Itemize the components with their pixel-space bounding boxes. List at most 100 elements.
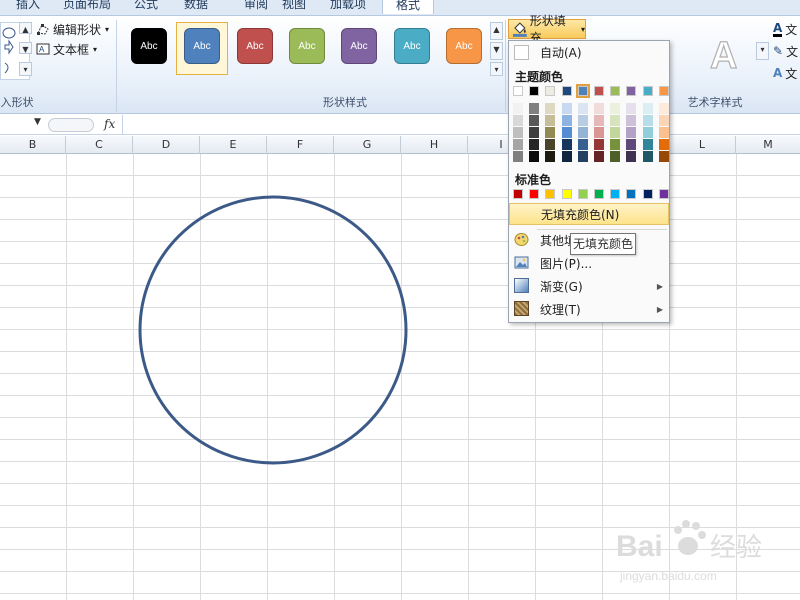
tab-format[interactable]: 格式 [382, 0, 434, 14]
theme-shade-swatch[interactable] [577, 103, 588, 114]
standard-color-swatch[interactable] [610, 189, 621, 199]
tab-formulas[interactable]: 公式 [126, 0, 166, 14]
column-header[interactable]: F [267, 136, 334, 154]
theme-shade-swatch[interactable] [513, 115, 523, 126]
theme-color-swatch[interactable] [545, 86, 556, 96]
theme-shade-swatch[interactable] [658, 151, 669, 162]
menu-item-gradient[interactable]: 渐变(G) ▶ [509, 275, 669, 297]
shape-style-swatch[interactable]: Abc [237, 28, 273, 64]
theme-shade-swatch[interactable] [594, 103, 604, 114]
standard-color-swatch[interactable] [594, 189, 604, 199]
shape-style-swatch[interactable]: Abc [341, 28, 377, 64]
formula-input[interactable] [122, 115, 800, 135]
theme-color-swatch[interactable] [529, 86, 540, 96]
theme-shade-swatch[interactable] [610, 139, 621, 150]
styles-more-button[interactable]: ▾ [490, 62, 503, 76]
theme-shade-swatch[interactable] [610, 103, 621, 114]
tab-insert[interactable]: 插入 [6, 0, 50, 14]
theme-shade-swatch[interactable] [594, 151, 604, 162]
theme-shade-swatch[interactable] [513, 127, 523, 138]
wordart-scroll-button[interactable]: ▾ [756, 42, 769, 60]
column-header[interactable]: E [200, 136, 267, 154]
theme-shade-swatch[interactable] [561, 103, 572, 114]
column-header[interactable]: H [401, 136, 468, 154]
shape-style-swatch[interactable]: Abc [394, 28, 430, 64]
name-box-dropdown-icon[interactable]: ▼ [34, 117, 41, 127]
text-effects-button[interactable]: A 文 [773, 64, 797, 82]
theme-shade-swatch[interactable] [545, 127, 556, 138]
theme-color-swatch[interactable] [658, 86, 669, 96]
standard-color-swatch[interactable] [529, 189, 540, 199]
menu-item-automatic[interactable]: 自动(A) [509, 41, 669, 63]
theme-shade-swatch[interactable] [658, 139, 669, 150]
shape-style-swatch[interactable]: Abc [289, 28, 325, 64]
tab-page-layout[interactable]: 页面布局 [56, 0, 118, 14]
theme-shade-swatch[interactable] [545, 115, 556, 126]
theme-color-swatch[interactable] [610, 86, 621, 96]
circle-outline[interactable] [138, 195, 408, 465]
theme-color-swatch[interactable] [594, 86, 604, 96]
theme-shade-swatch[interactable] [642, 103, 653, 114]
text-box-button[interactable]: A 文本框 ▾ [36, 40, 97, 58]
theme-shade-swatch[interactable] [642, 115, 653, 126]
standard-color-swatch[interactable] [577, 189, 588, 199]
theme-color-swatch[interactable] [575, 84, 590, 98]
standard-color-swatch[interactable] [626, 189, 637, 199]
column-header[interactable]: G [334, 136, 401, 154]
menu-item-texture[interactable]: 纹理(T) ▶ [509, 298, 669, 320]
theme-shade-swatch[interactable] [642, 151, 653, 162]
theme-shade-swatch[interactable] [545, 139, 556, 150]
theme-shade-swatch[interactable] [658, 103, 669, 114]
theme-shade-swatch[interactable] [529, 151, 540, 162]
tab-review[interactable]: 审阅 [236, 0, 276, 14]
theme-shade-swatch[interactable] [545, 151, 556, 162]
column-header[interactable]: L [669, 136, 736, 154]
styles-scroll-up-button[interactable]: ▲ [490, 22, 503, 40]
tab-data[interactable]: 数据 [176, 0, 216, 14]
theme-shade-swatch[interactable] [626, 103, 637, 114]
theme-shade-swatch[interactable] [529, 127, 540, 138]
standard-color-swatch[interactable] [545, 189, 556, 199]
theme-shade-swatch[interactable] [626, 151, 637, 162]
column-header[interactable]: B [0, 136, 66, 154]
theme-color-swatch[interactable] [626, 86, 637, 96]
theme-shade-swatch[interactable] [513, 151, 523, 162]
theme-shade-swatch[interactable] [529, 139, 540, 150]
column-header[interactable]: M [736, 136, 800, 154]
tab-view[interactable]: 视图 [274, 0, 314, 14]
theme-shade-swatch[interactable] [577, 151, 588, 162]
shape-gallery-down-button[interactable]: ▼ [19, 42, 32, 54]
standard-color-swatch[interactable] [658, 189, 669, 199]
standard-color-swatch[interactable] [561, 189, 572, 199]
theme-shade-swatch[interactable] [561, 139, 572, 150]
theme-color-swatch[interactable] [513, 86, 523, 96]
theme-shade-swatch[interactable] [594, 115, 604, 126]
menu-item-picture[interactable]: 图片(P)... [509, 252, 669, 274]
edit-shape-button[interactable]: 编辑形状 ▾ [36, 20, 109, 38]
theme-shade-swatch[interactable] [642, 139, 653, 150]
insert-function-icon[interactable]: fx [104, 117, 115, 131]
theme-shade-swatch[interactable] [642, 127, 653, 138]
text-outline-button[interactable]: ✎ 文 [773, 42, 798, 60]
theme-shade-swatch[interactable] [626, 139, 637, 150]
theme-shade-swatch[interactable] [513, 103, 523, 114]
theme-shade-swatch[interactable] [577, 127, 588, 138]
theme-shade-swatch[interactable] [594, 139, 604, 150]
theme-shade-swatch[interactable] [513, 139, 523, 150]
theme-shade-swatch[interactable] [561, 151, 572, 162]
theme-shade-swatch[interactable] [610, 151, 621, 162]
tab-addins[interactable]: 加载项 [322, 0, 374, 14]
shape-gallery-more-button[interactable]: ▾ [19, 62, 32, 76]
theme-shade-swatch[interactable] [529, 115, 540, 126]
theme-shade-swatch[interactable] [658, 115, 669, 126]
shape-gallery-up-button[interactable]: ▲ [19, 22, 32, 34]
theme-shade-swatch[interactable] [561, 127, 572, 138]
shape-style-swatch[interactable]: Abc [446, 28, 482, 64]
standard-color-swatch[interactable] [513, 189, 523, 199]
theme-shade-swatch[interactable] [610, 127, 621, 138]
menu-item-no-fill[interactable]: 无填充颜色(N) [509, 203, 669, 225]
theme-shade-swatch[interactable] [545, 103, 556, 114]
theme-color-swatch[interactable] [642, 86, 653, 96]
theme-shade-swatch[interactable] [626, 127, 637, 138]
theme-shade-swatch[interactable] [610, 115, 621, 126]
